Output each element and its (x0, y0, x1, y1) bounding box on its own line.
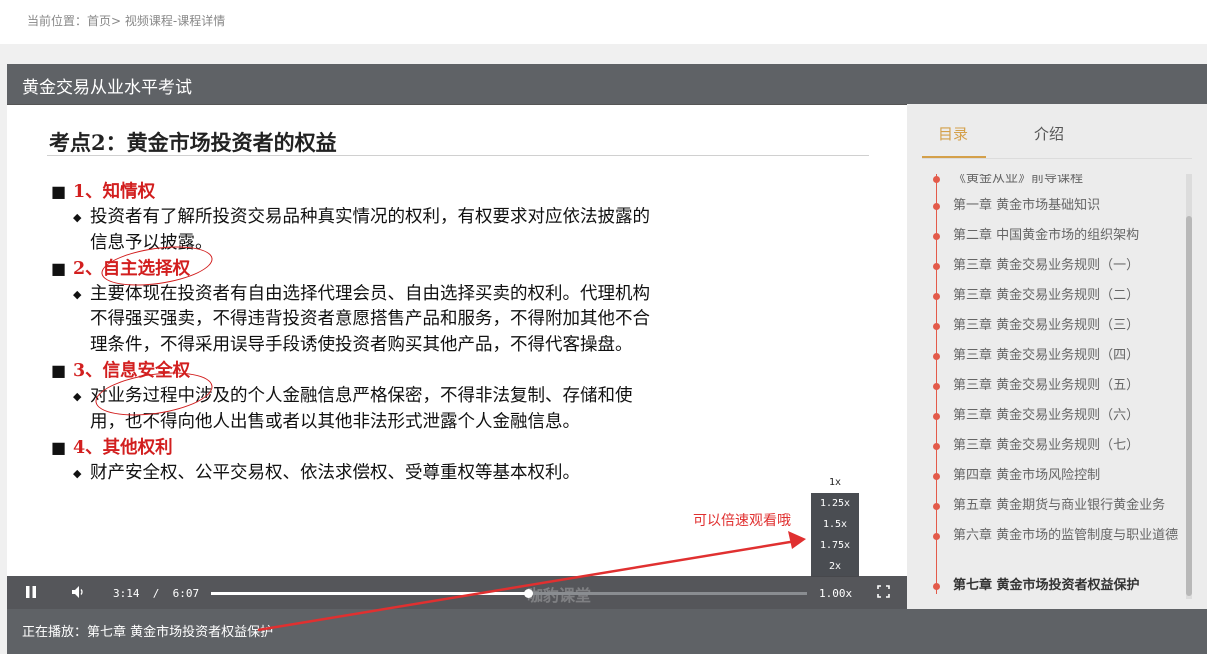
chapter-dot-icon (933, 293, 940, 300)
progress-handle[interactable] (524, 589, 534, 598)
progress-bar[interactable] (211, 589, 807, 598)
chapter-item[interactable]: 第三章 黄金交易业务规则（二） (953, 286, 1185, 306)
diamond-bullet-icon: ◆ (73, 288, 82, 302)
chapter-item[interactable]: 第三章 黄金交易业务规则（五） (953, 376, 1185, 396)
diamond-bullet-icon: ◆ (73, 390, 82, 404)
playback-time: 3:14 / 6:07 (113, 587, 199, 600)
breadcrumb-prefix: 当前位置： (27, 14, 88, 28)
chapter-sidebar: 目录 介绍 《黄金从业》前导课程第一章 黄金市场基础知识 第二章 中国黄金市场的组… (907, 104, 1207, 609)
now-playing: 正在播放：第七章 黄金市场投资者权益保护 (22, 621, 273, 640)
volume-icon[interactable] (71, 585, 87, 603)
breadcrumb-home-link[interactable]: 首页 (87, 14, 111, 28)
course-title: 黄金交易从业水平考试 (22, 78, 192, 98)
breadcrumb: 当前位置：首页> 视频课程-课程详情 (27, 12, 225, 29)
chapter-item[interactable]: 第三章 黄金交易业务规则（六） (953, 406, 1185, 426)
chapter-list: 《黄金从业》前导课程第一章 黄金市场基础知识 第二章 中国黄金市场的组织架构 第三章… (907, 174, 1207, 599)
chapter-dot-icon (933, 263, 940, 270)
top-bar: 当前位置：首页> 视频课程-课程详情 (0, 0, 1207, 44)
scrollbar-thumb[interactable] (1186, 216, 1192, 596)
chapter-item[interactable]: 第三章 黄金交易业务规则（一） (953, 256, 1185, 276)
speed-option[interactable]: 1.75x (811, 535, 859, 556)
chapter-item[interactable]: 第六章 黄金市场的监管制度与职业道德 (953, 526, 1185, 546)
diamond-bullet-icon: ◆ (73, 211, 82, 225)
chapter-dot-icon (933, 533, 940, 540)
chapter-item[interactable]: 第四章 黄金市场风险控制 (953, 466, 1185, 486)
chapter-item[interactable]: 第七章 黄金市场投资者权益保护 (953, 576, 1185, 596)
now-playing-title: 第七章 黄金市场投资者权益保护 (87, 625, 274, 640)
active-tab-indicator (922, 156, 986, 158)
diamond-bullet-icon: ◆ (73, 467, 82, 481)
now-playing-label: 正在播放： (22, 625, 88, 640)
duration: 6:07 (172, 587, 200, 600)
playback-rate-button[interactable]: 1.00x (819, 587, 852, 600)
square-bullet-icon: ■ (51, 182, 67, 201)
slide-content: ■ 1、知情权 ◆ 投资者有了解所投资交易品种真实情况的权利，有权要求对应依法披露的… (51, 179, 651, 487)
chapter-item[interactable]: 第三章 黄金交易业务规则（三） (953, 316, 1185, 336)
speed-option[interactable]: 1x (811, 472, 859, 493)
chapter-dot-icon (933, 323, 940, 330)
slide-divider (47, 155, 869, 156)
breadcrumb-current: 视频课程-课程详情 (121, 14, 226, 28)
breadcrumb-separator: > (111, 14, 122, 28)
square-bullet-icon: ■ (51, 258, 67, 278)
chapter-dot-icon (933, 233, 940, 240)
video-player[interactable]: 考点2：黄金市场投资者的权益 ■ 1、知情权 ◆ 投资者有了解所投资交易品种真实情况… (7, 104, 907, 609)
chapter-dot-icon (933, 203, 940, 210)
square-bullet-icon: ■ (51, 361, 67, 381)
slide-paragraph-text: 主要体现在投资者有自由选择代理会员、自由选择买卖的权利。代理机构不得强买强卖，不… (90, 284, 650, 355)
slide-title: 考点2：黄金市场投资者的权益 (49, 130, 337, 155)
square-bullet-icon: ■ (51, 437, 67, 457)
speed-option[interactable]: 1.25x (811, 493, 859, 514)
time-separator: / (152, 587, 160, 600)
chapter-dot-icon (933, 583, 940, 590)
chapter-dot-icon (933, 503, 940, 510)
current-time: 3:14 (113, 587, 140, 600)
slide-paragraph: ◆ 主要体现在投资者有自由选择代理会员、自由选择买卖的权利。代理机构不得强买强卖，… (51, 282, 651, 358)
chapter-item[interactable]: 第五章 黄金期货与商业银行黄金业务 (953, 496, 1185, 516)
progress-played (211, 592, 529, 595)
speed-option[interactable]: 1.5x (811, 514, 859, 535)
chapter-dot-icon (933, 353, 940, 360)
sidebar-tabs: 目录 介绍 (922, 104, 1192, 159)
slide-paragraph: ◆ 财产安全权、公平交易权、依法求偿权、受尊重权等基本权利。 (51, 461, 651, 486)
slide-heading-text: 4、其他权利 (73, 437, 173, 458)
slide-heading: ■ 4、其他权利 (51, 435, 651, 461)
pause-icon[interactable] (25, 585, 37, 603)
slide-heading-text: 1、知情权 (73, 182, 156, 202)
chapter-item[interactable]: 第二章 中国黄金市场的组织架构 (953, 226, 1185, 246)
chapter-dot-icon (933, 413, 940, 420)
chapter-list-scrollbar[interactable] (1186, 174, 1192, 599)
slide-paragraph-text: 财产安全权、公平交易权、依法求偿权、受尊重权等基本权利。 (90, 463, 580, 484)
chapter-dot-icon (933, 383, 940, 390)
chapter-item[interactable]: 第三章 黄金交易业务规则（七） (953, 436, 1185, 456)
chapter-item[interactable]: 《黄金从业》前导课程 (953, 174, 1185, 189)
fullscreen-icon[interactable] (877, 585, 890, 602)
speed-option[interactable]: 2x (811, 556, 859, 577)
chapter-item[interactable]: 第一章 黄金市场基础知识 (953, 196, 1185, 216)
chapter-dot-icon (933, 443, 940, 450)
tab-catalog[interactable]: 目录 (938, 123, 968, 144)
slide-paragraph: ◆ 投资者有了解所投资交易品种真实情况的权利，有权要求对应依法披露的信息予以披露。 (51, 205, 651, 256)
tab-intro[interactable]: 介绍 (1034, 123, 1064, 144)
player-controls: 3:14 / 6:07 咖豹课堂 1.00x (7, 576, 907, 609)
playback-speed-menu: 1x 1.25x 1.5x 1.75x 2x (811, 472, 859, 577)
chapter-dot-icon (933, 176, 940, 183)
chapter-dot-icon (933, 473, 940, 480)
chapter-item[interactable]: 第三章 黄金交易业务规则（四） (953, 346, 1185, 366)
speed-hint-annotation: 可以倍速观看哦 (693, 513, 791, 529)
slide-heading: ■ 1、知情权 (51, 179, 651, 205)
